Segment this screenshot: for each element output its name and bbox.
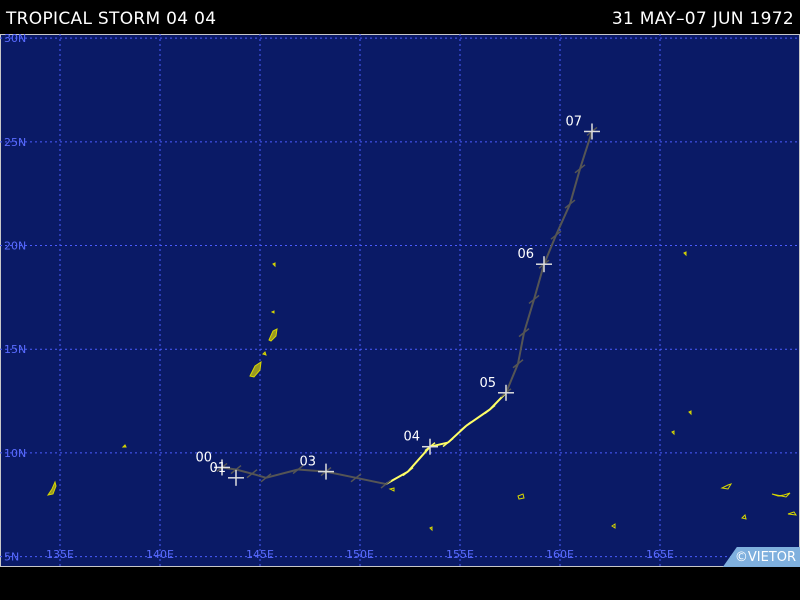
lon-label: 135E: [46, 548, 74, 561]
lon-label: 140E: [146, 548, 174, 561]
day-label: 07: [565, 114, 582, 129]
day-label: 03: [299, 455, 316, 470]
day-label: 05: [479, 376, 496, 391]
lat-label: 30N: [4, 34, 26, 45]
storm-track-map: 135E 140E 145E 150E 155E 160E 165E 30N 25N 20N 15N…: [0, 34, 800, 567]
lat-label: 5N: [4, 551, 19, 564]
date-range: 31 MAY–07 JUN 1972: [611, 9, 794, 29]
lon-label: 165E: [646, 548, 674, 561]
lat-label: 20N: [4, 240, 26, 253]
lon-label: 160E: [546, 548, 574, 561]
ocean-background: [0, 34, 800, 567]
lat-label: 10N: [4, 447, 26, 460]
day-label: 06: [517, 247, 534, 262]
lon-label: 150E: [346, 548, 374, 561]
storm-title: TROPICAL STORM 04 04: [6, 9, 217, 29]
day-label: 04: [403, 430, 420, 445]
lat-label: 15N: [4, 343, 26, 356]
footer-bar: [0, 567, 800, 600]
lon-label: 155E: [446, 548, 474, 561]
lat-label: 25N: [4, 136, 26, 149]
lon-label: 145E: [246, 548, 274, 561]
island-anatahan: [270, 310, 275, 314]
header-bar: TROPICAL STORM 04 04 31 MAY–07 JUN 1972: [0, 0, 800, 34]
day-label: 01: [209, 461, 226, 476]
